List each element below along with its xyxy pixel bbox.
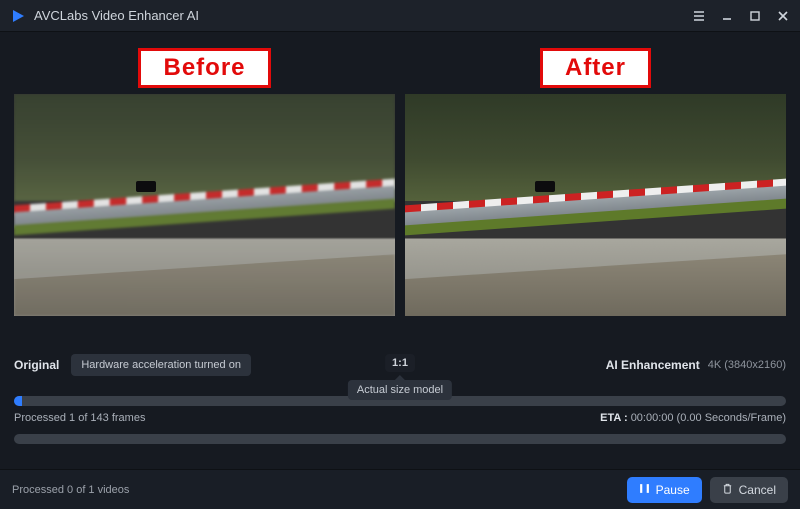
trash-icon bbox=[722, 483, 733, 497]
cancel-button[interactable]: Cancel bbox=[710, 477, 788, 503]
eta-value: 00:00:00 (0.00 Seconds/Frame) bbox=[631, 412, 786, 424]
footer-bar: Processed 0 of 1 videos Pause Cancel bbox=[0, 469, 800, 509]
maximize-icon[interactable] bbox=[748, 9, 762, 23]
app-title: AVCLabs Video Enhancer AI bbox=[34, 8, 692, 23]
close-icon[interactable] bbox=[776, 9, 790, 23]
before-annotation: Before bbox=[138, 48, 270, 88]
ai-enhancement-label: AI Enhancement bbox=[606, 358, 700, 372]
scale-badge[interactable]: 1:1 bbox=[385, 354, 415, 372]
preview-before-image bbox=[14, 94, 395, 316]
videos-progress-bar bbox=[14, 434, 786, 444]
minimize-icon[interactable] bbox=[720, 9, 734, 23]
title-bar: AVCLabs Video Enhancer AI bbox=[0, 0, 800, 32]
preview-after-image bbox=[405, 94, 786, 316]
actual-size-tooltip: Actual size model bbox=[348, 380, 452, 400]
app-logo-icon bbox=[10, 8, 26, 24]
comparison-label-row: Original Hardware acceleration turned on… bbox=[0, 324, 800, 378]
menu-icon[interactable] bbox=[692, 9, 706, 23]
preview-zone: Before After bbox=[0, 32, 800, 324]
pause-button[interactable]: Pause bbox=[627, 477, 702, 503]
hw-accel-toast: Hardware acceleration turned on bbox=[71, 354, 251, 376]
window-controls bbox=[692, 9, 790, 23]
eta-label: ETA : bbox=[600, 412, 628, 424]
ai-enhancement-resolution: 4K (3840x2160) bbox=[708, 359, 786, 371]
preview-after-column: After bbox=[405, 48, 786, 316]
eta-text: ETA : 00:00:00 (0.00 Seconds/Frame) bbox=[600, 412, 786, 424]
videos-processed-text: Processed 0 of 1 videos bbox=[12, 484, 619, 496]
pause-button-label: Pause bbox=[656, 483, 690, 497]
original-label: Original bbox=[14, 358, 59, 372]
frames-processed-text: Processed 1 of 143 frames bbox=[14, 412, 145, 424]
pause-icon bbox=[639, 483, 650, 497]
preview-before-column: Before bbox=[14, 48, 395, 316]
frames-progress-fill bbox=[14, 396, 22, 406]
after-annotation: After bbox=[540, 48, 651, 88]
cancel-button-label: Cancel bbox=[739, 483, 776, 497]
